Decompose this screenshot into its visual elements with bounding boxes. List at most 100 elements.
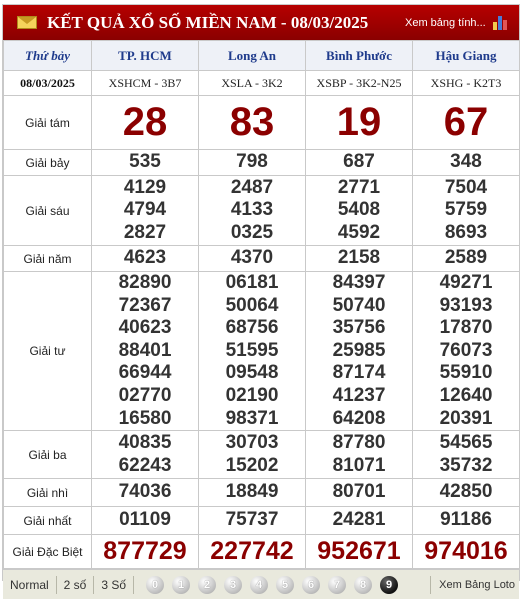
winning-number: 67 [443, 100, 489, 144]
winning-number: 49271 [439, 272, 493, 293]
two-digit-option[interactable]: 2 số [57, 575, 95, 594]
prize-cell: 4129 4794 2827 [91, 175, 199, 246]
winning-number: 06181 [225, 272, 279, 293]
province-name[interactable]: Hậu Giang [412, 40, 520, 71]
winning-number: 76073 [439, 339, 493, 361]
digit-button[interactable]: 3 [224, 575, 243, 594]
view-table-link[interactable]: Xem bảng tính... [405, 17, 486, 29]
winning-number: 02190 [225, 384, 279, 406]
winning-number: 2487 [230, 176, 274, 198]
prize-cell: 2771 5408 4592 [305, 175, 413, 246]
digit-button[interactable]: 0 [146, 575, 165, 594]
winning-number: 4623 [123, 247, 167, 269]
prize-label: Giải nhì [3, 478, 92, 508]
prize-cell: 87780 81071 [305, 430, 413, 480]
province-name[interactable]: Bình Phước [305, 40, 413, 71]
prize-row: Giải sáu 4129 4794 2827 2487 4133 0325 2771 5408… [3, 175, 520, 246]
winning-number: 98371 [225, 407, 279, 429]
prize-cell: 877729 [91, 534, 199, 570]
footer-toolbar: Normal 2 số 3 Số 0123456789 Xem Bảng Lot… [3, 569, 519, 599]
prize-row: Giải nhì 74036 18849 80701 42850 [3, 478, 520, 508]
draw-code: XSHCM - 3B7 [91, 70, 199, 96]
digit-button[interactable]: 4 [250, 575, 269, 594]
winning-number: 35732 [439, 454, 493, 476]
prize-label: Giải bảy [3, 149, 92, 176]
winning-number: 952671 [317, 537, 401, 566]
winning-number: 7504 [444, 176, 488, 198]
prize-label: Giải Đặc Biệt [3, 534, 92, 570]
winning-number: 64208 [332, 407, 386, 429]
winning-number: 25985 [332, 339, 386, 361]
prize-cell: 2158 [305, 245, 413, 272]
winning-number: 4129 [123, 176, 167, 198]
digit-button[interactable]: 8 [354, 575, 373, 594]
prize-cell: 4370 [198, 245, 306, 272]
prize-cell: 74036 [91, 478, 199, 508]
winning-number: 798 [236, 151, 268, 173]
winning-number: 01109 [119, 509, 171, 531]
prize-cell: 84397 50740 35756 25985 87174 41237 64208 [305, 270, 413, 432]
results-panel: KẾT QUẢ XỔ SỐ MIỀN NAM - 08/03/2025 Xem … [2, 4, 520, 599]
prize-cell: 18849 [198, 478, 306, 508]
winning-number: 4592 [337, 221, 381, 243]
winning-number: 12640 [439, 384, 493, 406]
prize-cell: 80701 [305, 478, 413, 508]
prize-cell: 75737 [198, 506, 306, 536]
prize-row: Giải bảy 535 798 687 348 [3, 149, 520, 176]
prize-label: Giải nhất [3, 506, 92, 536]
three-digit-option[interactable]: 3 Số [94, 575, 135, 594]
winning-number: 72367 [118, 294, 172, 316]
winning-number: 54565 [439, 432, 493, 454]
winning-number: 687 [343, 151, 375, 173]
winning-number: 2589 [444, 247, 488, 269]
winning-number: 2158 [337, 247, 381, 269]
envelope-icon [17, 16, 37, 29]
winning-number: 41237 [332, 384, 386, 406]
prize-cell: 67 [412, 95, 520, 150]
prize-cell: 19 [305, 95, 413, 150]
digit-button[interactable]: 6 [302, 575, 321, 594]
prize-label: Giải tư [3, 270, 92, 432]
province-name[interactable]: TP. HCM [91, 40, 199, 71]
prize-cell: 82890 72367 40623 88401 66944 02770 16580 [91, 270, 199, 432]
prize-cell: 54565 35732 [412, 430, 520, 480]
draw-code: XSHG - K2T3 [412, 70, 520, 96]
prize-cell: 24281 [305, 506, 413, 536]
prize-cell: 798 [198, 149, 306, 176]
prize-row: Giải ba 40835 62243 30703 15202 87780 81071 545… [3, 430, 520, 480]
winning-number: 17870 [439, 317, 493, 339]
winning-number: 16580 [118, 407, 172, 429]
digit-button[interactable]: 9 [380, 575, 399, 594]
prize-row: Giải tám 28 83 19 67 [3, 95, 520, 150]
winning-number: 02770 [118, 384, 172, 406]
prize-cell: 06181 50064 68756 51595 09548 02190 98371 [198, 270, 306, 432]
winning-number: 348 [450, 151, 482, 173]
winning-number: 81071 [332, 454, 386, 476]
draw-code: XSBP - 3K2-N25 [305, 70, 413, 96]
winning-number: 42850 [439, 481, 493, 503]
digit-button[interactable]: 2 [198, 575, 217, 594]
winning-number: 91186 [440, 509, 492, 531]
digit-button[interactable]: 7 [328, 575, 347, 594]
prize-row: Giải nhất 01109 75737 24281 91186 [3, 506, 520, 536]
province-name[interactable]: Long An [198, 40, 306, 71]
draw-date: 08/03/2025 [3, 70, 92, 96]
prize-row: Giải tư 82890 72367 40623 88401 66944 02770 165… [3, 270, 520, 432]
winning-number: 4794 [123, 199, 167, 221]
winning-number: 55910 [439, 362, 493, 384]
winning-number: 82890 [118, 272, 172, 293]
digit-button[interactable]: 1 [172, 575, 191, 594]
winning-number: 5408 [337, 199, 381, 221]
winning-number: 93193 [439, 294, 493, 316]
winning-number: 535 [129, 151, 161, 173]
prize-row: Giải Đặc Biệt 877729 227742 952671 974016 [3, 534, 520, 570]
prize-cell: 974016 [412, 534, 520, 570]
winning-number: 2771 [337, 176, 381, 198]
view-loto-link[interactable]: Xem Bảng Loto [430, 575, 519, 594]
winning-number: 51595 [225, 339, 279, 361]
winning-number: 4133 [230, 199, 274, 221]
bar-chart-icon[interactable] [492, 14, 510, 30]
normal-option[interactable]: Normal [3, 575, 57, 594]
digit-button[interactable]: 5 [276, 575, 295, 594]
prize-cell: 30703 15202 [198, 430, 306, 480]
